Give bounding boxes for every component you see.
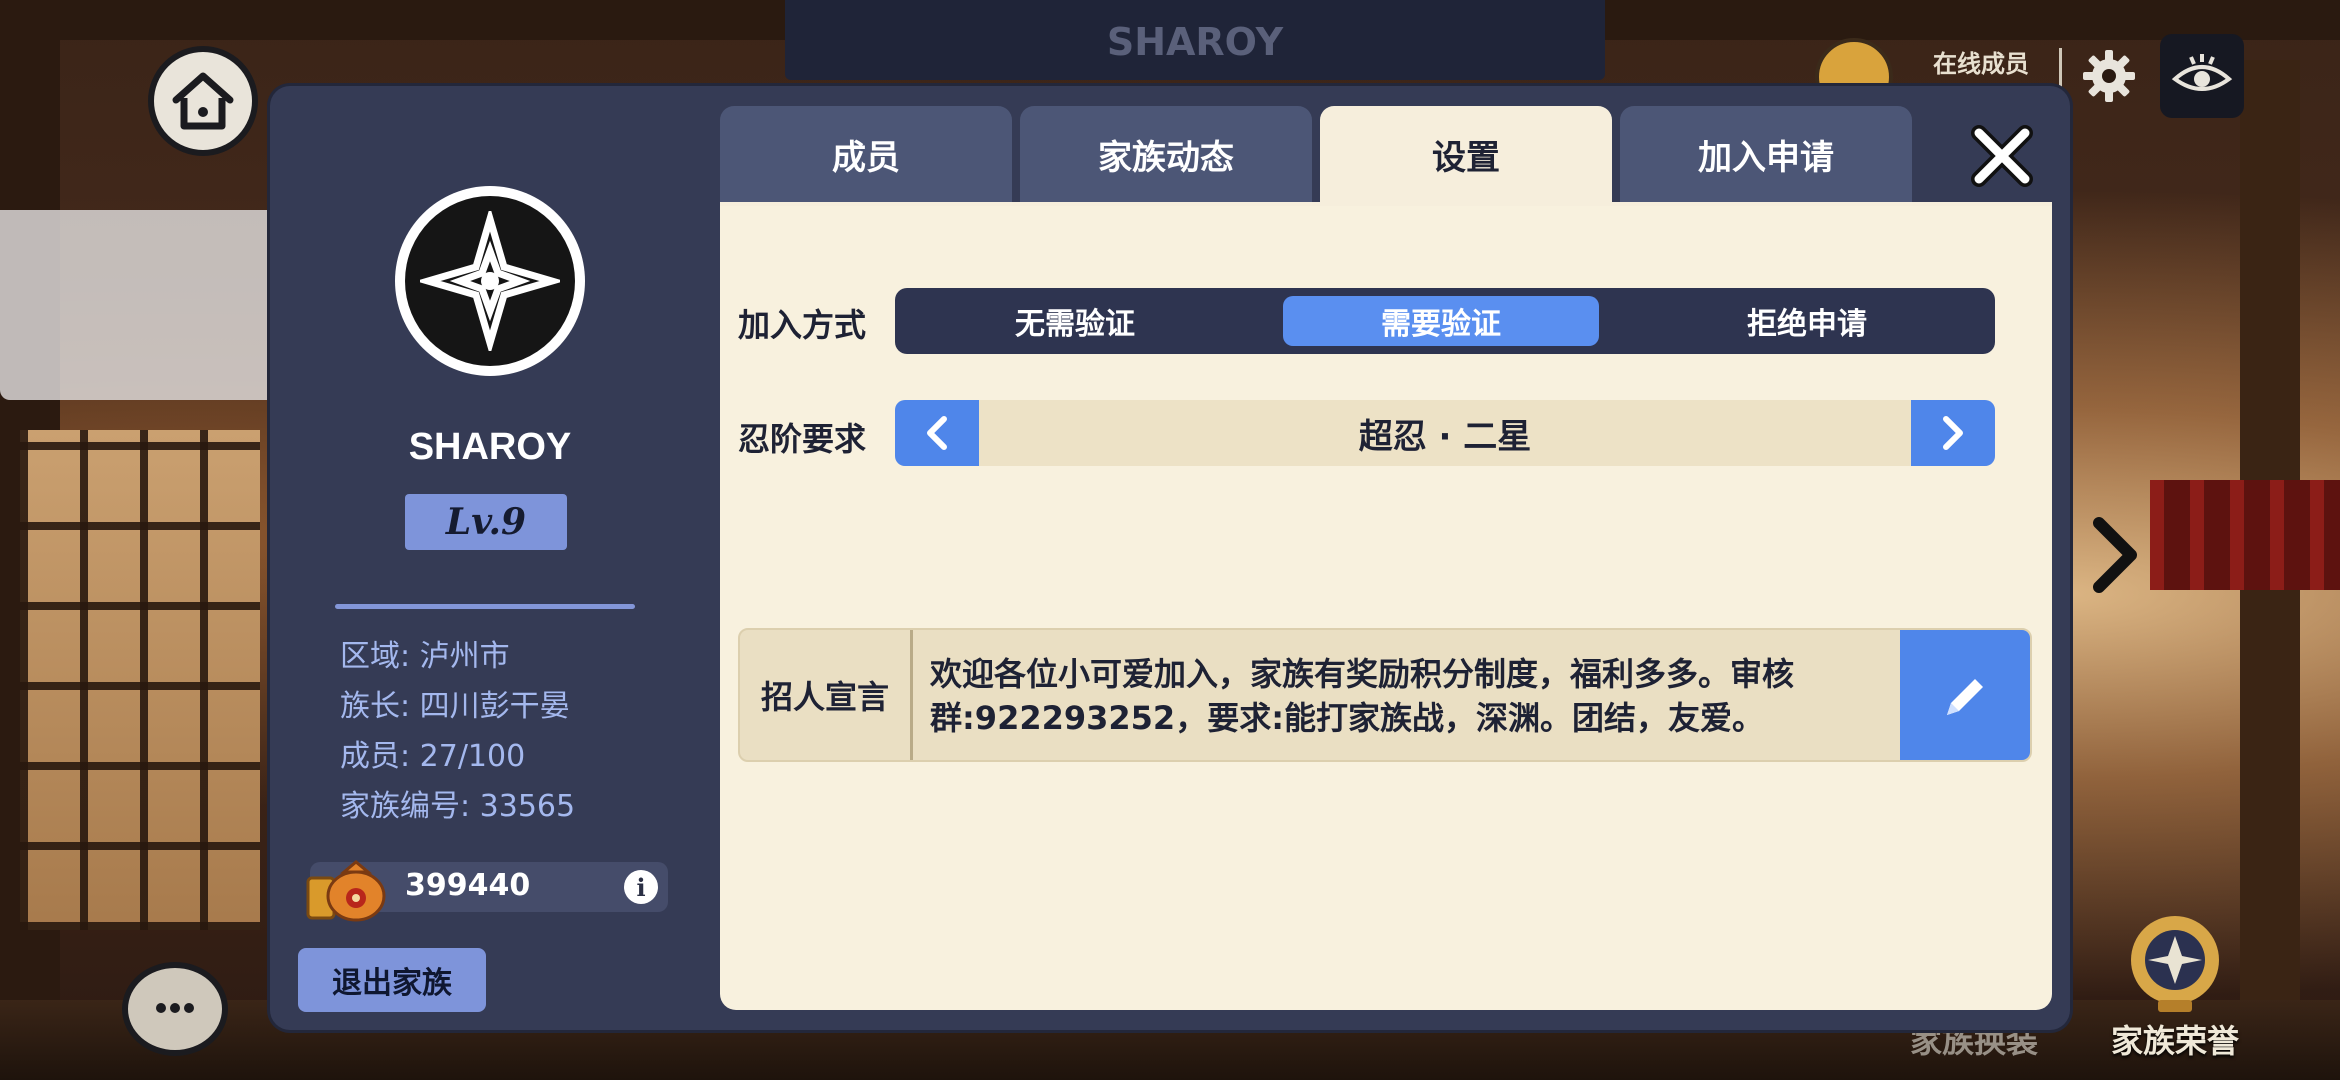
info-icon[interactable]: i (624, 870, 658, 904)
family-honor-label: 家族荣誉 (2110, 1022, 2239, 1060)
divider (335, 604, 635, 609)
gear-icon (2083, 50, 2135, 102)
chevron-left-icon (927, 416, 947, 450)
family-emblem-icon (420, 211, 560, 351)
chevron-right-icon (2093, 517, 2137, 593)
sign-title: SHAROY (1106, 20, 1284, 64)
coin-bag-icon (306, 860, 386, 922)
tab-members[interactable]: 成员 (720, 106, 1012, 202)
home-button[interactable] (148, 46, 258, 156)
family-panel: SHAROY Lv.9 区域: 泸州市 族长: 四川彭干晏 成员: 27/100… (270, 86, 2070, 1030)
rank-requirement-value: 超忍 · 二星 (1358, 416, 1532, 457)
pencil-icon (1947, 679, 1983, 715)
chat-button[interactable] (122, 962, 228, 1056)
recruit-announcement-text: 欢迎各位小可爱加入，家族有奖励积分制度，福利多多。审核群:922293252，要… (930, 655, 1795, 737)
online-members-label: 在线成员 (1933, 50, 2029, 78)
settings-content: 加入方式 无需验证 需要验证 拒绝申请 忍阶要求 超忍 · 二星 招人宣言 欢迎… (720, 202, 2052, 1010)
view-toggle-button[interactable] (2160, 34, 2244, 118)
scene-next-arrow[interactable] (2060, 510, 2170, 600)
recruit-announcement: 招人宣言 欢迎各位小可爱加入，家族有奖励积分制度，福利多多。审核群:922293… (738, 628, 2032, 762)
tab-family-news[interactable]: 家族动态 (1020, 106, 1312, 202)
family-emblem (395, 186, 585, 376)
close-button[interactable] (1962, 116, 2042, 196)
eye-icon (2171, 54, 2233, 91)
home-icon (172, 72, 234, 130)
family-info-column: SHAROY Lv.9 区域: 泸州市 族长: 四川彭干晏 成员: 27/100… (270, 86, 710, 1030)
settings-button[interactable] (2074, 34, 2144, 118)
family-leader: 族长: 四川彭干晏 (340, 689, 570, 724)
join-method-selector: 无需验证 需要验证 拒绝申请 (895, 288, 1995, 354)
chat-icon (156, 1003, 194, 1013)
chevron-right-icon (1943, 416, 1963, 450)
recruit-announcement-label: 招人宣言 (740, 630, 913, 760)
close-icon (1971, 125, 2033, 187)
tab-join-requests[interactable]: 加入申请 (1620, 106, 1912, 202)
top-sign-board: SHAROY (785, 0, 1605, 80)
tab-settings[interactable]: 设置 (1320, 106, 1612, 202)
family-id: 家族编号: 33565 (340, 789, 576, 824)
rank-requirement-stepper: 超忍 · 二星 (895, 400, 1995, 466)
join-method-label: 加入方式 (738, 306, 867, 344)
trophy-icon (2131, 916, 2219, 1012)
rank-requirement-label: 忍阶要求 (738, 420, 867, 458)
join-option-reject[interactable]: 拒绝申请 (1649, 296, 1965, 346)
family-honor-button[interactable]: 家族荣誉 (2090, 908, 2260, 1068)
join-option-need-verify[interactable]: 需要验证 (1283, 296, 1599, 346)
join-option-no-verify[interactable]: 无需验证 (917, 296, 1233, 346)
family-funds-value: 399440 (405, 868, 531, 903)
family-level-badge: Lv.9 (405, 494, 567, 550)
family-region: 区域: 泸州市 (340, 639, 510, 674)
rank-prev-button[interactable] (895, 400, 979, 466)
edit-announcement-button[interactable] (1900, 630, 2030, 760)
family-members-count: 成员: 27/100 (340, 739, 526, 774)
family-name: SHAROY (408, 426, 572, 468)
quit-family-button[interactable]: 退出家族 (298, 948, 486, 1012)
rank-next-button[interactable] (1911, 400, 1995, 466)
family-info-list: 区域: 泸州市 族长: 四川彭干晏 成员: 27/100 家族编号: 33565 (340, 632, 575, 832)
